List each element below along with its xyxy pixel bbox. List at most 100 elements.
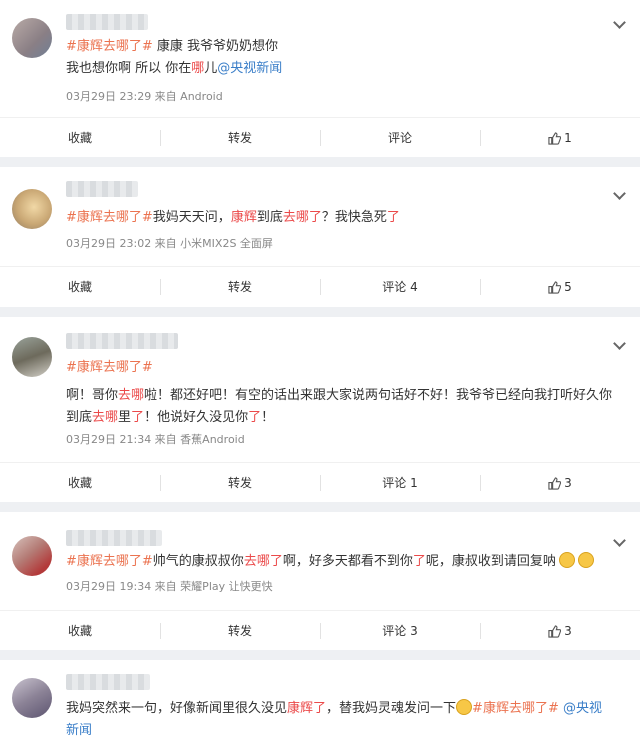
text-segment: 到底 xyxy=(256,210,283,225)
like-button[interactable]: 3 xyxy=(480,463,640,502)
text-segment: ，替我妈灵魂发问一下 xyxy=(326,701,457,716)
repost-button[interactable]: 转发 xyxy=(160,611,320,650)
avatar[interactable] xyxy=(12,337,52,377)
action-bar: 收藏 转发 评论 4 5 xyxy=(0,266,640,306)
avatar[interactable] xyxy=(12,536,52,576)
chevron-down-icon[interactable] xyxy=(613,534,626,547)
post-line: 我妈突然来一句，好像新闻里很久没见康辉了，替我妈灵魂发问一下 #康辉去哪了# @央… xyxy=(66,698,618,720)
text-segment: 啊，好多天都看不到你 xyxy=(282,554,413,569)
like-count: 3 xyxy=(564,623,572,638)
favorite-button[interactable]: 收藏 xyxy=(0,611,160,650)
text-segment: 了 xyxy=(131,410,145,425)
text-segment: 去哪了 xyxy=(243,554,283,569)
username-blurred[interactable] xyxy=(66,181,138,197)
post-meta: 03月29日 21:34 来自 香蕉Android xyxy=(66,433,245,446)
repost-label: 转发 xyxy=(227,476,252,490)
text-segment: 到底 xyxy=(66,410,93,425)
like-count: 1 xyxy=(564,130,572,145)
avatar[interactable] xyxy=(12,678,52,718)
post-line: 啊！哥你去哪啦！都还好吧！有空的话出来跟大家说两句话好不好！我爷爷已经向我打听好… xyxy=(66,385,618,407)
pleading-face-emoji-icon xyxy=(558,552,575,568)
topic-link[interactable]: #康辉去哪了# xyxy=(66,554,153,569)
text-segment: 帅气的康叔叔你 xyxy=(152,554,244,569)
mention-link[interactable]: @央视 xyxy=(559,701,602,716)
topic-link[interactable]: #康辉去哪了# xyxy=(66,39,153,54)
username-blurred[interactable] xyxy=(66,333,178,349)
username-blurred[interactable] xyxy=(66,14,148,30)
text-segment: 啊！哥你 xyxy=(66,388,119,403)
like-button[interactable]: 1 xyxy=(480,118,640,157)
text-segment: 我妈天天问， xyxy=(152,210,231,225)
favorite-label: 收藏 xyxy=(67,476,92,490)
post-line: #康辉去哪了#我妈天天问，康辉到底去哪了？我快急死了 xyxy=(66,207,618,229)
thumb-up-icon xyxy=(548,281,562,294)
repost-label: 转发 xyxy=(227,131,252,145)
post-line: 到底去哪里了！他说好久没见你了！ xyxy=(66,407,618,429)
like-count: 3 xyxy=(564,475,572,490)
post-line: 我也想你啊 所以 你在哪儿@央视新闻 xyxy=(66,58,618,80)
text-segment: ？我快急死 xyxy=(321,210,387,225)
topic-link[interactable]: #康辉去哪了# xyxy=(66,210,153,225)
post-text: #康辉去哪了# 康康 我爷爷奶奶想你 我也想你啊 所以 你在哪儿@央视新闻 xyxy=(66,36,618,80)
comment-label: 评论 3 xyxy=(382,624,418,638)
post-meta: 03月29日 23:29 来自 Android xyxy=(66,90,223,103)
post-line: #康辉去哪了# xyxy=(66,357,618,379)
favorite-label: 收藏 xyxy=(67,131,92,145)
comment-button[interactable]: 评论 3 xyxy=(320,611,480,650)
comment-button[interactable]: 评论 1 xyxy=(320,463,480,502)
mention-link[interactable]: 新闻 xyxy=(66,723,92,738)
weibo-comment-card: #康辉去哪了#帅气的康叔叔你去哪了啊，好多天都看不到你了呢，康叔收到请回复呐 0… xyxy=(0,512,640,650)
favorite-label: 收藏 xyxy=(67,624,92,638)
repost-button[interactable]: 转发 xyxy=(160,267,320,306)
post-text: 我妈突然来一句，好像新闻里很久没见康辉了，替我妈灵魂发问一下 #康辉去哪了# @央… xyxy=(66,698,618,740)
chevron-down-icon[interactable] xyxy=(613,337,626,350)
text-segment: 去哪 xyxy=(92,410,119,425)
avatar[interactable] xyxy=(12,189,52,229)
like-count: 5 xyxy=(564,279,572,294)
repost-button[interactable]: 转发 xyxy=(160,463,320,502)
avatar[interactable] xyxy=(12,18,52,58)
text-segment: 康康 我爷爷奶奶想你 xyxy=(152,39,279,54)
comment-label: 评论 1 xyxy=(382,476,418,490)
post-text: #康辉去哪了# 啊！哥你去哪啦！都还好吧！有空的话出来跟大家说两句话好不好！我爷… xyxy=(66,357,618,429)
repost-button[interactable]: 转发 xyxy=(160,118,320,157)
username-blurred[interactable] xyxy=(66,674,150,690)
thumb-up-icon xyxy=(548,132,562,145)
action-bar: 收藏 转发 评论 1 3 xyxy=(0,462,640,502)
topic-link[interactable]: #康辉去哪了# xyxy=(66,360,153,375)
comment-button[interactable]: 评论 4 xyxy=(320,267,480,306)
text-segment: 了 xyxy=(412,554,426,569)
favorite-button[interactable]: 收藏 xyxy=(0,118,160,157)
text-segment: 康辉 xyxy=(230,210,257,225)
text-segment: 我妈突然来一句，好像新闻里很久没见 xyxy=(66,701,288,716)
mention-link[interactable]: @央视新闻 xyxy=(217,61,282,76)
text-segment: 儿 xyxy=(204,61,218,76)
comment-label: 评论 4 xyxy=(382,280,418,294)
topic-link[interactable]: #康辉去哪了# xyxy=(472,701,559,716)
comment-button[interactable]: 评论 xyxy=(320,118,480,157)
post-text: #康辉去哪了#我妈天天问，康辉到底去哪了？我快急死了 xyxy=(66,207,618,229)
chevron-down-icon[interactable] xyxy=(613,16,626,29)
post-meta: 03月29日 19:34 来自 荣耀Play 让快更快 xyxy=(66,580,273,593)
chevron-down-icon[interactable] xyxy=(613,187,626,200)
comment-label: 评论 xyxy=(387,131,412,145)
username-blurred[interactable] xyxy=(66,530,162,546)
text-segment: ！他说好久没见你 xyxy=(144,410,249,425)
text-segment: 我也想你啊 所以 你在 xyxy=(66,61,192,76)
favorite-label: 收藏 xyxy=(67,280,92,294)
weibo-comment-card: #康辉去哪了# 康康 我爷爷奶奶想你 我也想你啊 所以 你在哪儿@央视新闻 03… xyxy=(0,0,640,157)
text-segment: 去哪 xyxy=(118,388,145,403)
pleading-face-emoji-icon xyxy=(577,552,594,568)
favorite-button[interactable]: 收藏 xyxy=(0,463,160,502)
text-segment: 去哪了 xyxy=(282,210,322,225)
text-segment: 了 xyxy=(386,210,400,225)
like-button[interactable]: 3 xyxy=(480,611,640,650)
action-bar: 收藏 转发 评论 1 xyxy=(0,117,640,157)
weibo-comment-card: #康辉去哪了# 啊！哥你去哪啦！都还好吧！有空的话出来跟大家说两句话好不好！我爷… xyxy=(0,317,640,502)
like-button[interactable]: 5 xyxy=(480,267,640,306)
weibo-comment-card: #康辉去哪了#我妈天天问，康辉到底去哪了？我快急死了 03月29日 23:02 … xyxy=(0,167,640,307)
text-segment: 啦！都还好吧！有空的话出来跟大家说两句话好不好！我爷爷已经向我打听好久你 xyxy=(144,388,613,403)
text-segment: 了 xyxy=(248,410,262,425)
text-segment: 呢，康叔收到请回复呐 xyxy=(425,554,556,569)
favorite-button[interactable]: 收藏 xyxy=(0,267,160,306)
